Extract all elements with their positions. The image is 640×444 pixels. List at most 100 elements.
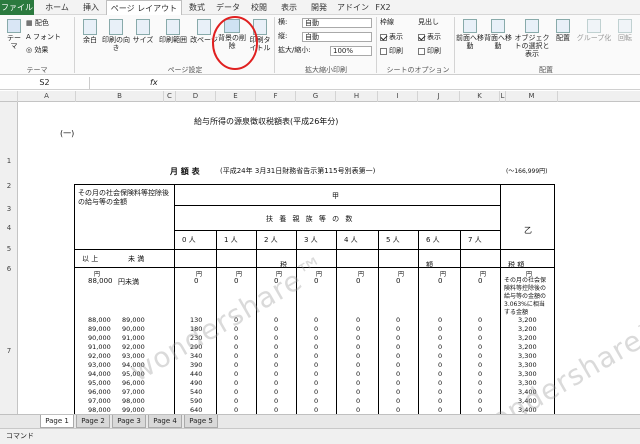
tab-addins[interactable]: アドイン bbox=[336, 0, 370, 15]
tab-view[interactable]: 表示 bbox=[276, 0, 302, 15]
headings-view-checkbox[interactable]: 表示 bbox=[418, 33, 458, 41]
sheet-tab[interactable]: Page 3 bbox=[112, 415, 146, 428]
tab-formulas[interactable]: 数式 bbox=[184, 0, 210, 15]
column-header[interactable]: K bbox=[460, 91, 500, 102]
row-from: 97,000 bbox=[88, 397, 111, 405]
fx-icon[interactable]: fx bbox=[150, 77, 158, 89]
column-header[interactable]: E bbox=[216, 91, 256, 102]
row-zero-value: 0 bbox=[396, 361, 401, 369]
row-zero-value: 0 bbox=[274, 352, 279, 360]
row-otsu-value: 3,200 bbox=[518, 334, 537, 342]
column-header[interactable]: I bbox=[378, 91, 418, 102]
name-box[interactable]: S2 bbox=[0, 77, 90, 89]
tab-developer[interactable]: 開発 bbox=[306, 0, 332, 15]
group-button[interactable]: グループ化 bbox=[576, 19, 612, 42]
dep-col-4: 4 人 bbox=[344, 236, 358, 244]
row-header[interactable]: 6 bbox=[0, 265, 18, 273]
column-header[interactable]: D bbox=[176, 91, 216, 102]
tab-insert[interactable]: 挿入 bbox=[78, 0, 104, 15]
dep-col-0: 0 人 bbox=[182, 236, 196, 244]
align-button[interactable]: 配置 bbox=[552, 19, 574, 42]
row-zero-value: 0 bbox=[274, 370, 279, 378]
margins-button[interactable]: 余白 bbox=[78, 19, 102, 44]
column-header[interactable]: J bbox=[418, 91, 460, 102]
tab-fx2[interactable]: FX2 bbox=[372, 0, 394, 15]
column-header[interactable]: M bbox=[506, 91, 558, 102]
column-header[interactable]: G bbox=[296, 91, 336, 102]
column-header[interactable]: H bbox=[336, 91, 378, 102]
bring-forward-button[interactable]: 前面へ移動 bbox=[456, 19, 484, 50]
row-zero-value: 0 bbox=[356, 316, 361, 324]
row-zero-value: 0 bbox=[478, 316, 483, 324]
row-zero-value: 0 bbox=[438, 316, 443, 324]
selection-pane-button[interactable]: オブジェクトの選択と表示 bbox=[512, 19, 552, 58]
height-select[interactable]: 自動 bbox=[302, 32, 372, 42]
table-border bbox=[174, 184, 175, 414]
row-zero-value: 0 bbox=[396, 352, 401, 360]
row-zero-value: 0 bbox=[234, 352, 239, 360]
tab-review[interactable]: 校閲 bbox=[246, 0, 272, 15]
row-zero-value: 0 bbox=[234, 406, 239, 414]
row-kou-value: 440 bbox=[190, 370, 203, 378]
gridlines-print-checkbox[interactable]: 印刷 bbox=[380, 47, 420, 55]
row-zero-value: 0 bbox=[478, 343, 483, 351]
tab-file[interactable]: ファイル bbox=[0, 0, 34, 15]
theme-button[interactable]: テーマ bbox=[4, 19, 24, 50]
colors-button[interactable]: ▦ 配色 bbox=[26, 19, 66, 27]
row-zero-value: 0 bbox=[438, 379, 443, 387]
size-icon bbox=[136, 19, 150, 35]
scale-input[interactable]: 100% bbox=[330, 46, 372, 56]
sheet-tab[interactable]: Page 1 bbox=[40, 415, 74, 428]
row-zero-value: 0 bbox=[314, 334, 319, 342]
print-area-icon bbox=[166, 19, 180, 35]
row-zero-value: 0 bbox=[234, 361, 239, 369]
rotate-button[interactable]: 回転 bbox=[612, 19, 638, 42]
row-kou-value: 590 bbox=[190, 397, 203, 405]
margins-icon bbox=[83, 19, 97, 35]
watermark: wondershare™ bbox=[124, 248, 334, 389]
formula-input[interactable] bbox=[165, 77, 635, 89]
row-header[interactable]: 4 bbox=[0, 224, 18, 232]
headings-print-checkbox[interactable]: 印刷 bbox=[418, 47, 458, 55]
orientation-button[interactable]: 印刷の向き bbox=[102, 19, 130, 52]
select-all-corner[interactable] bbox=[0, 91, 18, 102]
row-zero-value: 0 bbox=[356, 397, 361, 405]
row-zero-value: 0 bbox=[274, 334, 279, 342]
sheet-tabs: Page 1 Page 2 Page 3 Page 4 Page 5 bbox=[0, 414, 640, 428]
row-zero-value: 0 bbox=[274, 343, 279, 351]
dep-col-7: 7 人 bbox=[468, 236, 482, 244]
gridlines-view-checkbox[interactable]: 表示 bbox=[380, 33, 420, 41]
fonts-button[interactable]: A フォント bbox=[26, 33, 70, 41]
print-area-button[interactable]: 印刷範囲 bbox=[156, 19, 190, 44]
tab-data[interactable]: データ bbox=[212, 0, 244, 15]
tab-home[interactable]: ホーム bbox=[38, 0, 76, 15]
size-button[interactable]: サイズ bbox=[131, 19, 155, 44]
highlight-circle bbox=[212, 16, 258, 70]
row-zero-value: 0 bbox=[478, 370, 483, 378]
effects-button[interactable]: ◎ 効果 bbox=[26, 46, 66, 54]
sheet-tab[interactable]: Page 2 bbox=[76, 415, 110, 428]
row-zero-value: 0 bbox=[234, 379, 239, 387]
row-header[interactable]: 3 bbox=[0, 205, 18, 213]
row-header[interactable]: 2 bbox=[0, 182, 18, 190]
row-header[interactable]: 1 bbox=[0, 157, 18, 165]
row-from: 98,000 bbox=[88, 406, 111, 414]
table-border bbox=[296, 230, 297, 414]
column-header[interactable]: A bbox=[18, 91, 76, 102]
tab-page-layout[interactable]: ページ レイアウト bbox=[106, 0, 182, 16]
row-header[interactable]: 5 bbox=[0, 245, 18, 253]
send-backward-button[interactable]: 背面へ移動 bbox=[484, 19, 512, 50]
column-header[interactable]: F bbox=[256, 91, 296, 102]
worksheet-grid[interactable]: (一) 給与所得の源泉徴収税額表(平成26年分) 月 額 表 (平成24年 3月… bbox=[18, 102, 640, 414]
row-header[interactable]: 7 bbox=[0, 347, 18, 355]
row-zero-value: 0 bbox=[396, 379, 401, 387]
row-zero-value: 0 bbox=[438, 406, 443, 414]
column-header[interactable]: B bbox=[76, 91, 164, 102]
row-zero-value: 0 bbox=[274, 361, 279, 369]
sheet-tab[interactable]: Page 4 bbox=[148, 415, 182, 428]
width-select[interactable]: 自動 bbox=[302, 18, 372, 28]
sheet-tab[interactable]: Page 5 bbox=[184, 415, 218, 428]
group-scale-label: 拡大縮小印刷 bbox=[305, 66, 347, 74]
column-header[interactable]: C bbox=[164, 91, 176, 102]
formula-bar: S2 fx bbox=[0, 76, 640, 90]
